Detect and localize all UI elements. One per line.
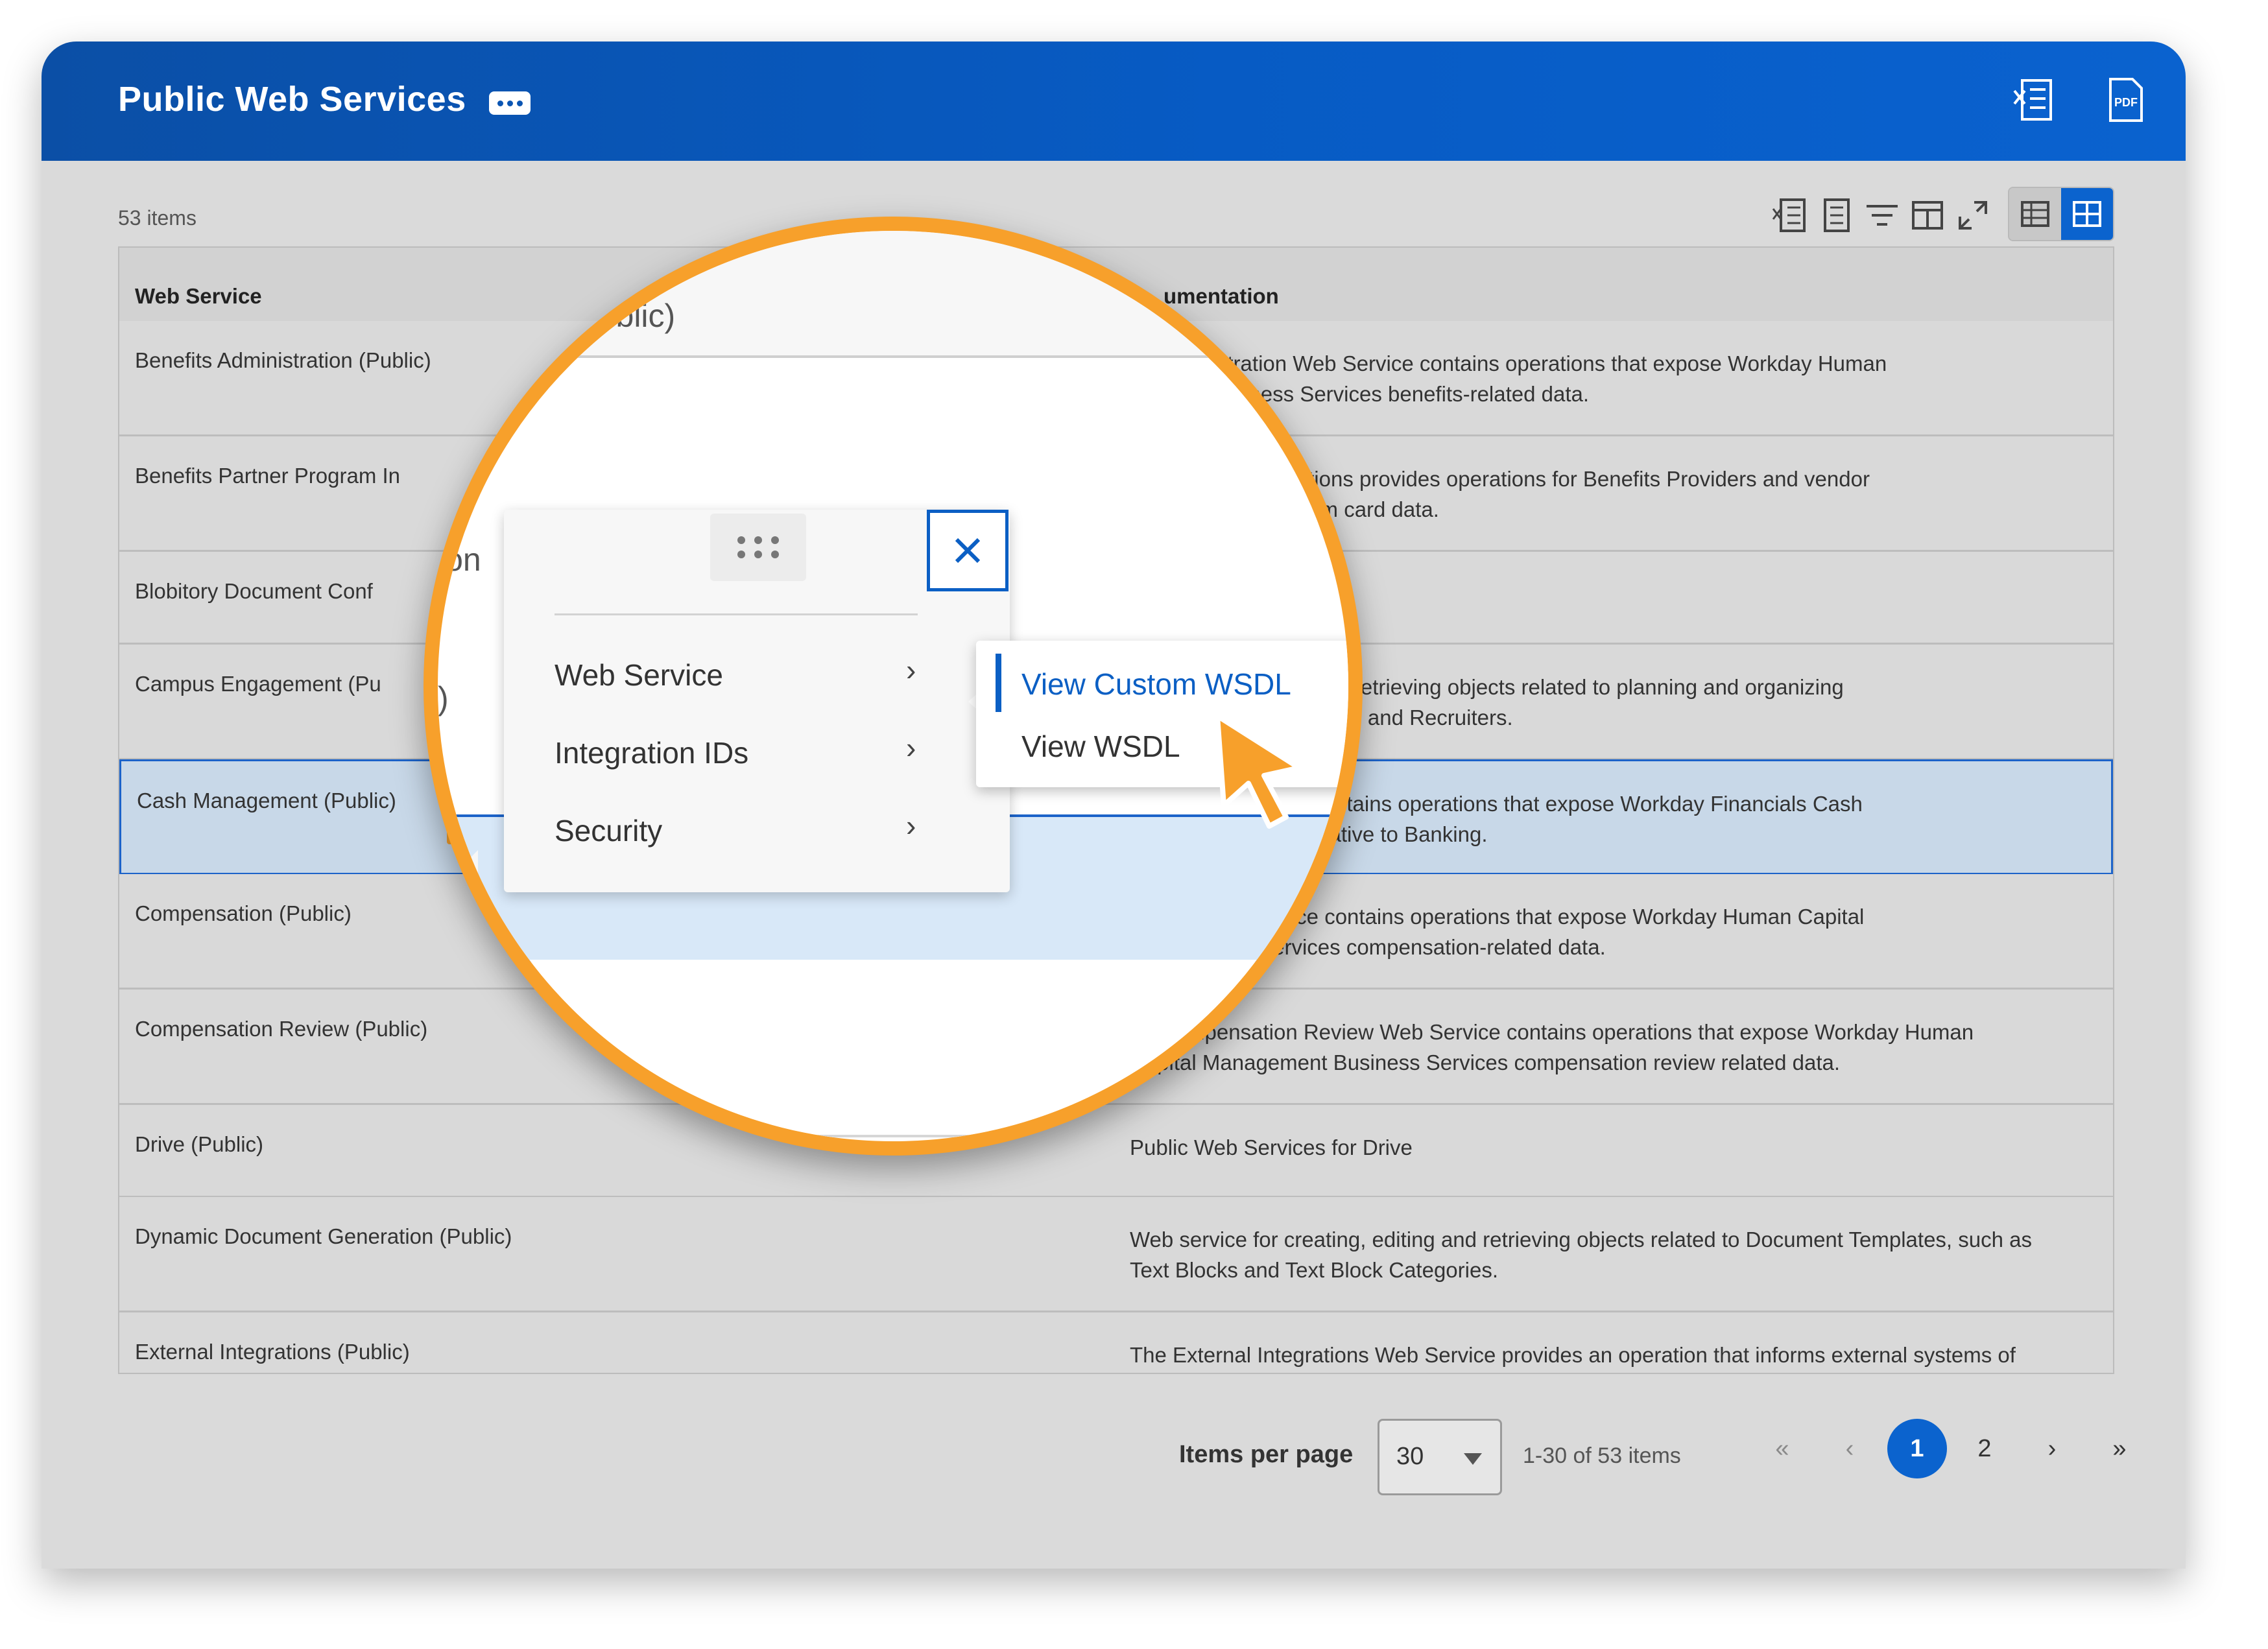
lens-row-text: ion bbox=[438, 541, 481, 578]
page-title: Public Web Services bbox=[118, 80, 466, 119]
prev-page-button[interactable]: ‹ bbox=[1820, 1419, 1880, 1478]
page-1-button[interactable]: 1 bbox=[1887, 1419, 1947, 1478]
lens-row-text: ns (Public) bbox=[522, 298, 676, 334]
columns-icon[interactable] bbox=[1909, 197, 1946, 233]
drag-handle-icon[interactable] bbox=[710, 514, 806, 581]
chevron-right-icon: › bbox=[906, 731, 916, 765]
more-actions-button[interactable] bbox=[489, 91, 531, 115]
svg-text:PDF: PDF bbox=[2114, 96, 2138, 109]
excel-icon[interactable] bbox=[1772, 197, 1808, 233]
public-web-services-panel: Public Web Services PDF 53 items Web Ser… bbox=[42, 42, 2186, 1569]
excel-export-icon[interactable] bbox=[2013, 77, 2055, 123]
service-cell[interactable]: Compensation Review (Public) bbox=[135, 1017, 427, 1041]
table-row[interactable]: External Integrations (Public) The Exter… bbox=[119, 1312, 2113, 1373]
menu-item-web-service[interactable]: Web Service bbox=[555, 658, 723, 693]
service-cell[interactable]: Campus Engagement (Pu bbox=[135, 672, 381, 696]
items-per-page-select[interactable]: 30 bbox=[1378, 1419, 1502, 1495]
page-2-button[interactable]: 2 bbox=[1955, 1419, 2014, 1478]
pagination-range: 1-30 of 53 items bbox=[1523, 1443, 1681, 1468]
view-custom-wsdl-item[interactable]: View Custom WSDL bbox=[1021, 667, 1291, 702]
page-header: Public Web Services PDF bbox=[42, 42, 2186, 161]
service-cell[interactable]: Blobitory Document Conf bbox=[135, 579, 373, 604]
column-header-web-service[interactable]: Web Service bbox=[135, 284, 262, 309]
lens-row-text: ) bbox=[438, 680, 449, 717]
chevron-right-icon: › bbox=[906, 653, 916, 687]
menu-pointer bbox=[462, 850, 478, 881]
service-cell[interactable]: Cash Management (Public) bbox=[137, 789, 396, 813]
service-cell[interactable]: Drive (Public) bbox=[135, 1132, 263, 1157]
next-page-button[interactable]: › bbox=[2022, 1419, 2082, 1478]
menu-divider bbox=[555, 613, 918, 615]
related-actions-menu: Web Service › Integration IDs › Security… bbox=[504, 510, 1010, 892]
document-icon[interactable] bbox=[1819, 197, 1855, 233]
chevron-right-icon: › bbox=[906, 809, 916, 842]
menu-item-integration-ids[interactable]: Integration IDs bbox=[555, 735, 748, 770]
service-cell[interactable]: Benefits Administration (Public) bbox=[135, 348, 431, 373]
service-cell[interactable]: Dynamic Document Generation (Public) bbox=[135, 1224, 512, 1249]
table-view-button[interactable] bbox=[2009, 188, 2061, 240]
pdf-export-icon[interactable]: PDF bbox=[2104, 77, 2145, 123]
first-page-button[interactable]: « bbox=[1752, 1419, 1812, 1478]
service-cell[interactable]: External Integrations (Public) bbox=[135, 1340, 410, 1364]
view-wsdl-item[interactable]: View WSDL bbox=[1021, 729, 1180, 764]
items-count: 53 items bbox=[118, 206, 197, 230]
documentation-cell: Web service for creating, editing and re… bbox=[1130, 1228, 2032, 1282]
grid-view-button[interactable] bbox=[2061, 188, 2113, 240]
table-row[interactable]: Dynamic Document Generation (Public) Web… bbox=[119, 1197, 2113, 1312]
view-toggle[interactable] bbox=[2008, 187, 2114, 241]
service-cell[interactable]: Compensation (Public) bbox=[135, 901, 352, 926]
last-page-button[interactable]: » bbox=[2090, 1419, 2149, 1478]
magnifier-lens: ns (Public) ion ) Web Service › Integrat… bbox=[424, 217, 1363, 1156]
dropdown-arrow-icon bbox=[1464, 1453, 1482, 1465]
service-cell[interactable]: Benefits Partner Program In bbox=[135, 464, 400, 488]
menu-item-security[interactable]: Security bbox=[555, 813, 662, 848]
grid-icon bbox=[2073, 201, 2101, 227]
table-icon bbox=[2021, 201, 2049, 227]
expand-icon[interactable] bbox=[1955, 197, 1991, 233]
items-per-page-label: Items per page bbox=[1179, 1441, 1354, 1468]
active-indicator bbox=[996, 654, 1001, 712]
items-per-page-value: 30 bbox=[1396, 1443, 1424, 1470]
close-icon bbox=[955, 538, 981, 564]
filter-icon[interactable] bbox=[1864, 197, 1900, 233]
lens-row: ns (Public) bbox=[438, 231, 1348, 358]
cursor-arrow-icon bbox=[1215, 713, 1302, 829]
ellipsis-icon bbox=[497, 100, 503, 106]
close-button[interactable] bbox=[927, 510, 1009, 591]
lens-row bbox=[438, 960, 1348, 1137]
documentation-cell: The External Integrations Web Service pr… bbox=[1130, 1343, 2016, 1367]
